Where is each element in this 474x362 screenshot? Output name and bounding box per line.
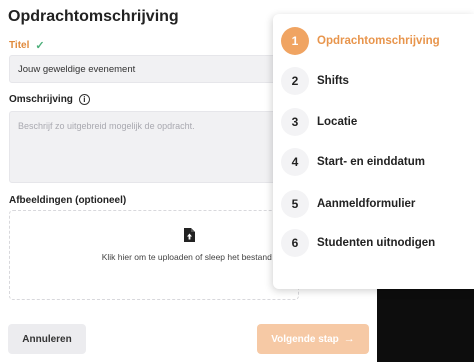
next-step-label: Volgende stap — [271, 333, 339, 345]
cancel-button[interactable]: Annuleren — [8, 324, 86, 354]
step-item-6[interactable]: 6 Studenten uitnodigen — [281, 228, 435, 258]
description-label-text: Omschrijving — [9, 94, 73, 105]
file-upload-icon — [184, 228, 195, 242]
description-label: Omschrijving i — [9, 94, 90, 105]
step-number: 5 — [281, 190, 309, 218]
step-item-3[interactable]: 3 Locatie — [281, 107, 357, 137]
images-label: Afbeeldingen (optioneel) — [9, 195, 127, 206]
step-label: Opdrachtomschrijving — [317, 35, 440, 47]
image-dropzone[interactable]: Klik hier om te uploaden of sleep het be… — [9, 210, 299, 300]
step-label: Start- en einddatum — [317, 156, 425, 168]
step-label: Locatie — [317, 116, 358, 128]
page-title: Opdrachtomschrijving — [8, 8, 179, 25]
step-label: Studenten uitnodigen — [317, 237, 436, 249]
steps-menu: 1 Opdrachtomschrijving 2 Shifts 3 Locati… — [273, 14, 474, 289]
step-item-5[interactable]: 5 Aanmeldformulier — [281, 189, 415, 219]
title-label: Titel ✓ — [9, 39, 45, 52]
step-number: 3 — [281, 108, 309, 136]
step-number: 4 — [281, 148, 309, 176]
title-input[interactable]: Jouw geweldige evenement — [9, 55, 299, 83]
step-number: 2 — [281, 67, 309, 95]
step-label: Aanmeldformulier — [317, 198, 416, 210]
description-textarea[interactable]: Beschrijf zo uitgebreid mogelijk de opdr… — [9, 111, 299, 183]
background-dark-strip — [377, 289, 474, 362]
next-step-button[interactable]: Volgende stap → — [257, 324, 369, 354]
check-icon: ✓ — [35, 40, 45, 52]
arrow-right-icon: → — [343, 333, 355, 345]
step-label: Shifts — [317, 75, 349, 87]
step-item-1[interactable]: 1 Opdrachtomschrijving — [281, 26, 440, 56]
info-icon[interactable]: i — [78, 94, 90, 105]
step-item-2[interactable]: 2 Shifts — [281, 66, 349, 96]
step-number: 6 — [281, 229, 309, 257]
step-number: 1 — [281, 27, 309, 55]
step-item-4[interactable]: 4 Start- en einddatum — [281, 147, 425, 177]
title-label-text: Titel — [9, 40, 30, 51]
dropzone-text: Klik hier om te uploaden of sleep het be… — [101, 252, 299, 262]
